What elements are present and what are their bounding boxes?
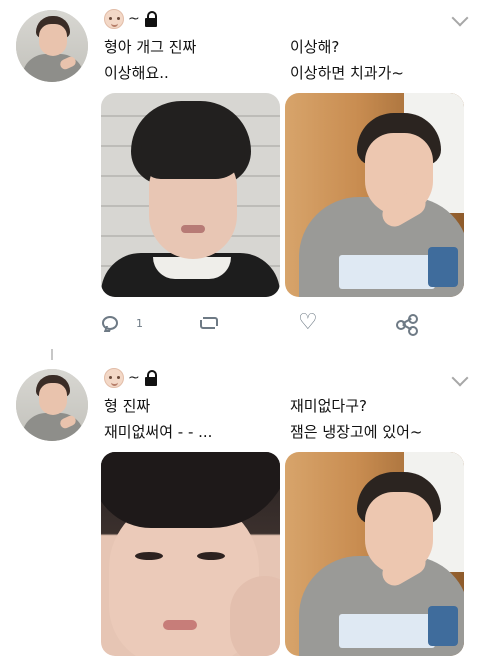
reply-icon xyxy=(102,316,118,330)
tweet-text-right: 재미없다구? 잼은 냉장고에 있어~ xyxy=(290,397,423,441)
tweet-text-right: 이상해? 이상하면 치과가~ xyxy=(290,38,404,82)
share-button[interactable] xyxy=(396,310,418,336)
baby-face-emoji-icon xyxy=(104,368,124,388)
tweet-1: ~ 형아 개그 진짜 이상해요.. 이상해? 이상하면 치과가~ 1 ♡ xyxy=(0,0,480,345)
photo-3[interactable] xyxy=(101,452,280,656)
media-grid xyxy=(101,93,464,297)
retweet-icon xyxy=(197,314,221,332)
heart-icon: ♡ xyxy=(298,310,318,335)
tweet-text-left: 형 진짜 재미없써여 - - ... xyxy=(104,397,213,441)
chevron-down-icon[interactable] xyxy=(451,369,469,387)
avatar[interactable] xyxy=(16,369,88,441)
tweet-text-left: 형아 개그 진짜 이상해요.. xyxy=(104,38,197,82)
user-name-row[interactable]: ~ xyxy=(104,367,158,389)
baby-face-emoji-icon xyxy=(104,9,124,29)
tweet-2: ~ 형 진짜 재미없써여 - - ... 재미없다구? 잼은 냉장고에 있어~ xyxy=(0,345,480,663)
like-button[interactable]: ♡ xyxy=(298,310,318,336)
lock-icon xyxy=(144,370,158,386)
reply-button[interactable]: 1 xyxy=(102,310,143,336)
retweet-button[interactable] xyxy=(197,310,221,336)
photo-4[interactable] xyxy=(285,452,464,656)
user-name-row[interactable]: ~ xyxy=(104,8,158,30)
photo-2[interactable] xyxy=(285,93,464,297)
tweet-actions: 1 ♡ xyxy=(102,310,432,336)
share-icon xyxy=(396,314,418,336)
chevron-down-icon[interactable] xyxy=(451,9,469,27)
photo-1[interactable] xyxy=(101,93,280,297)
name-separator: ~ xyxy=(128,11,140,27)
reply-count: 1 xyxy=(136,316,143,330)
avatar[interactable] xyxy=(16,10,88,82)
media-grid xyxy=(101,452,464,656)
name-separator: ~ xyxy=(128,370,140,386)
lock-icon xyxy=(144,11,158,27)
